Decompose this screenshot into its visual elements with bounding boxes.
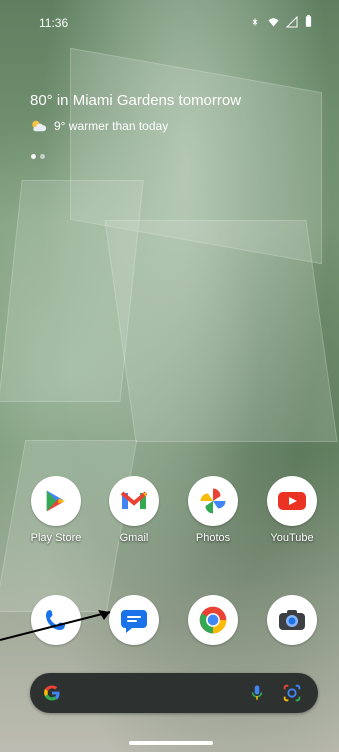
photos-icon: [188, 476, 238, 526]
battery-icon: [305, 15, 312, 27]
weather-subtitle: 9° warmer than today: [54, 119, 169, 133]
app-chrome[interactable]: [177, 595, 249, 645]
app-gmail[interactable]: Gmail: [98, 476, 170, 544]
app-play-store[interactable]: Play Store: [20, 476, 92, 544]
lens-icon[interactable]: [281, 682, 303, 704]
page-dot: [40, 154, 45, 159]
wifi-icon: [268, 17, 279, 26]
play-store-icon: [31, 476, 81, 526]
app-label: Gmail: [119, 532, 149, 544]
weather-widget[interactable]: 80° in Miami Gardens tomorrow 9° warmer …: [30, 92, 241, 133]
status-icons: [249, 15, 313, 28]
wallpaper-crystal-3: [104, 220, 338, 442]
gmail-icon: [109, 476, 159, 526]
app-photos[interactable]: Photos: [177, 476, 249, 544]
app-label: YouTube: [270, 532, 314, 544]
app-camera[interactable]: [256, 595, 328, 645]
chrome-icon: [188, 595, 238, 645]
weather-subtitle-row: 9° warmer than today: [30, 119, 241, 133]
weather-title: 80° in Miami Gardens tomorrow: [30, 92, 242, 109]
google-g-icon: [44, 685, 60, 701]
youtube-icon: [267, 476, 317, 526]
navigation-handle[interactable]: [129, 741, 213, 745]
signal-icon: [286, 15, 298, 27]
app-label: Play Store: [30, 532, 82, 544]
annotation-arrow: [0, 610, 111, 641]
page-indicator: [31, 154, 45, 159]
camera-icon: [267, 595, 317, 645]
mic-icon[interactable]: [248, 683, 266, 703]
home-screen: 11:36 80° in Miami Gardens tomorrow 9° w…: [0, 0, 339, 752]
page-dot-active: [31, 154, 36, 159]
mute-icon: [252, 18, 258, 25]
status-bar: 11:36: [0, 0, 339, 40]
app-youtube[interactable]: YouTube: [256, 476, 328, 544]
google-search-bar[interactable]: [30, 673, 318, 713]
status-time: 11:36: [39, 16, 69, 30]
cloudy-sun-icon: [32, 120, 47, 132]
app-label: Photos: [195, 532, 231, 544]
